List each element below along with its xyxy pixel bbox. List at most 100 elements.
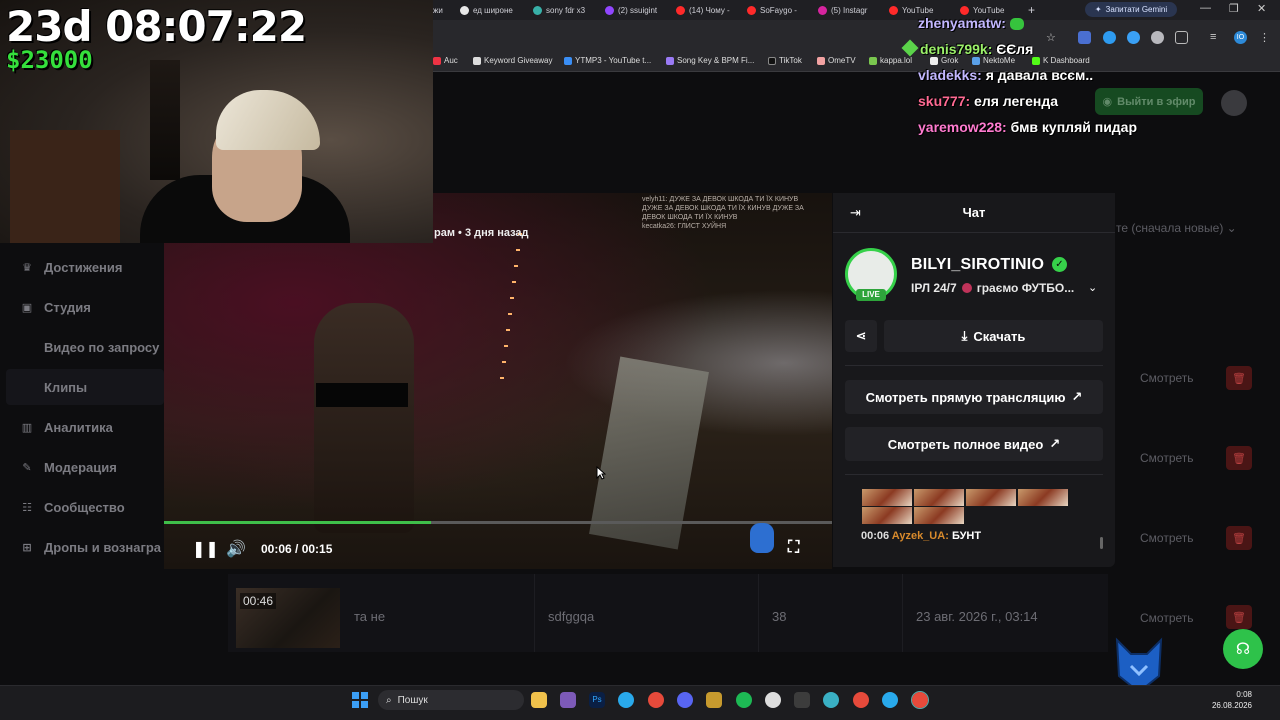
- chrome-icon[interactable]: [853, 692, 869, 708]
- chevron-down-icon: ⌄: [1226, 221, 1237, 235]
- studio-icon: ▣: [21, 302, 33, 314]
- chat-message: 00:06 Ayzek_UA: БУНТ: [861, 530, 982, 542]
- sidebar-item-moderation[interactable]: ✎ Модерация: [20, 457, 116, 477]
- chrome-icon[interactable]: [911, 691, 929, 709]
- app-icon[interactable]: [823, 692, 839, 708]
- panel-header: ⇥ Чат: [833, 193, 1115, 233]
- chat-scrollbar[interactable]: [1100, 537, 1103, 549]
- emote-icon: [1009, 18, 1024, 31]
- video-progress-bar[interactable]: [164, 521, 832, 524]
- support-chat-button[interactable]: ☊: [1223, 629, 1263, 669]
- youtube-icon: [676, 5, 685, 15]
- os-taskbar: [0, 685, 1280, 720]
- chevron-down-icon[interactable]: ⌄: [1088, 281, 1097, 294]
- sort-dropdown[interactable]: те (сначала новые) ⌄: [1116, 221, 1237, 235]
- trash-icon: 🗑: [1232, 532, 1246, 545]
- file-explorer-icon[interactable]: [531, 692, 547, 708]
- watch-live-button[interactable]: Смотреть прямую трансляцию ↗: [845, 380, 1103, 414]
- watch-full-video-button[interactable]: Смотреть полное видео ↗: [845, 427, 1103, 461]
- stream-chat-overlay: zhenyamatw: denis799k: ЄЄля vladekks: я …: [901, 10, 1138, 140]
- overlay-chat-line: yaremow228: бмв купляй пидар: [918, 119, 1138, 135]
- telegram-icon[interactable]: [882, 692, 898, 708]
- delete-button[interactable]: 🗑: [1226, 526, 1252, 550]
- maximize-button[interactable]: ❐: [1229, 2, 1239, 15]
- extension-icon[interactable]: [1151, 31, 1164, 44]
- volume-icon[interactable]: 🔊: [226, 539, 246, 559]
- app-icon[interactable]: [794, 692, 810, 708]
- bookmark-item[interactable]: Auc: [433, 56, 458, 65]
- delete-button[interactable]: 🗑: [1226, 366, 1252, 390]
- trash-icon: 🗑: [1232, 611, 1246, 624]
- discord-icon[interactable]: [677, 692, 693, 708]
- trash-icon: 🗑: [1232, 452, 1246, 465]
- watch-link[interactable]: Смотреть: [1140, 531, 1194, 545]
- delete-button[interactable]: 🗑: [1226, 446, 1252, 470]
- system-clock[interactable]: 0:08 26.08.2026: [1206, 689, 1252, 711]
- taskbar-search[interactable]: ⌕ Пошук: [378, 690, 524, 710]
- overlay-chat-line: zhenyamatw:: [918, 10, 1137, 36]
- site-icon: [533, 5, 542, 15]
- windows-start-icon[interactable]: [352, 692, 368, 708]
- watch-link[interactable]: Смотреть: [1140, 451, 1194, 465]
- reading-list-icon[interactable]: ≡: [1210, 31, 1223, 44]
- donation-total: $23000: [6, 46, 93, 74]
- spotify-icon[interactable]: [736, 692, 752, 708]
- bookmark-item[interactable]: YTMP3 - YouTube t...: [564, 56, 651, 65]
- browser-tab[interactable]: (2) ssuigint: [605, 2, 661, 18]
- close-window-button[interactable]: ✕: [1257, 2, 1266, 15]
- instagram-icon: [818, 5, 827, 15]
- telegram-icon[interactable]: [618, 692, 634, 708]
- pause-icon[interactable]: ❚❚: [192, 539, 219, 559]
- youtube-icon: [747, 5, 756, 15]
- sidebar-item-community[interactable]: ☷ Сообщество: [20, 497, 125, 517]
- user-avatar[interactable]: [1221, 90, 1247, 116]
- minimize-button[interactable]: —: [1200, 2, 1211, 14]
- sidebar-item-drops[interactable]: ⊞ Дропы и вознагра: [20, 537, 161, 557]
- stream-info: IРЛ 24/7 граємо ФУТБО...: [911, 281, 1075, 295]
- video-time: 00:06 / 00:15: [261, 542, 333, 556]
- chrome-icon[interactable]: [648, 692, 664, 708]
- sidebar-item-analytics[interactable]: ▥ Аналитика: [20, 417, 113, 437]
- puzzle-icon[interactable]: [1175, 31, 1188, 44]
- browser-tab[interactable]: ед широне: [460, 2, 518, 18]
- browser-tab[interactable]: жи: [433, 2, 447, 18]
- sidebar-item-clips[interactable]: Клипы: [20, 377, 87, 397]
- bookmark-item[interactable]: Keyword Giveaway: [473, 56, 552, 65]
- sidebar-item-achievements[interactable]: ♛ Достижения: [20, 257, 122, 277]
- overlay-chat-line: sku777: еля легенда: [918, 93, 1059, 109]
- streamer-cap: [216, 90, 320, 150]
- video-lights: [496, 223, 524, 383]
- clip-info-panel: ⇥ Чат LIVE BILYI_SIROTINIO ✓ IРЛ 24/7 гр…: [833, 193, 1115, 567]
- watch-link[interactable]: Смотреть: [1140, 371, 1194, 385]
- trash-icon: 🗑: [1232, 372, 1246, 385]
- external-link-icon: ↗: [1049, 436, 1061, 451]
- browser-tab[interactable]: sony fdr x3: [533, 2, 589, 18]
- browser-tab[interactable]: (5) Instagr: [818, 2, 874, 18]
- clip-video-player[interactable]: рам • 3 дня назад velyh11: ДУЖЕ ЗА ДЕВОК…: [164, 193, 832, 569]
- fullscreen-icon[interactable]: ⛶: [788, 539, 799, 557]
- profile-icon[interactable]: IO: [1234, 31, 1247, 44]
- bookmark-item[interactable]: TikTok: [768, 56, 802, 65]
- clip-views: 38: [772, 609, 787, 624]
- obs-icon[interactable]: [765, 692, 781, 708]
- menu-icon[interactable]: ⋮: [1259, 31, 1272, 44]
- photoshop-icon[interactable]: Ps: [589, 692, 605, 708]
- app-icon[interactable]: [706, 692, 722, 708]
- browser-tab[interactable]: SoFaygo -: [747, 2, 803, 18]
- video-burned-chat: velyh11: ДУЖЕ ЗА ДЕВОК ШКОДА ТИ ЇХ КИНУВ…: [642, 196, 804, 230]
- trophy-icon: ♛: [22, 262, 32, 274]
- video-caption: рам • 3 дня назад: [434, 227, 529, 239]
- app-icon[interactable]: [560, 692, 576, 708]
- sidebar-item-studio[interactable]: ▣ Студия: [20, 297, 91, 317]
- share-button[interactable]: ⋖: [845, 320, 877, 352]
- browser-tab[interactable]: (14) Чому -: [676, 2, 732, 18]
- download-button[interactable]: ⤓ Скачать: [884, 320, 1103, 352]
- sidebar-item-vod[interactable]: Видео по запросу: [20, 337, 159, 357]
- delete-button[interactable]: 🗑: [1226, 605, 1252, 629]
- bookmark-item[interactable]: Song Key & BPM Fi...: [666, 56, 754, 65]
- bookmark-item[interactable]: OmeTV: [817, 56, 856, 65]
- bookmarks-bar: [433, 53, 1280, 72]
- watch-link[interactable]: Смотреть: [1140, 611, 1194, 625]
- subathon-timer: 23d 08:07:22: [6, 2, 307, 51]
- channel-name[interactable]: BILYI_SIROTINIO: [911, 256, 1044, 274]
